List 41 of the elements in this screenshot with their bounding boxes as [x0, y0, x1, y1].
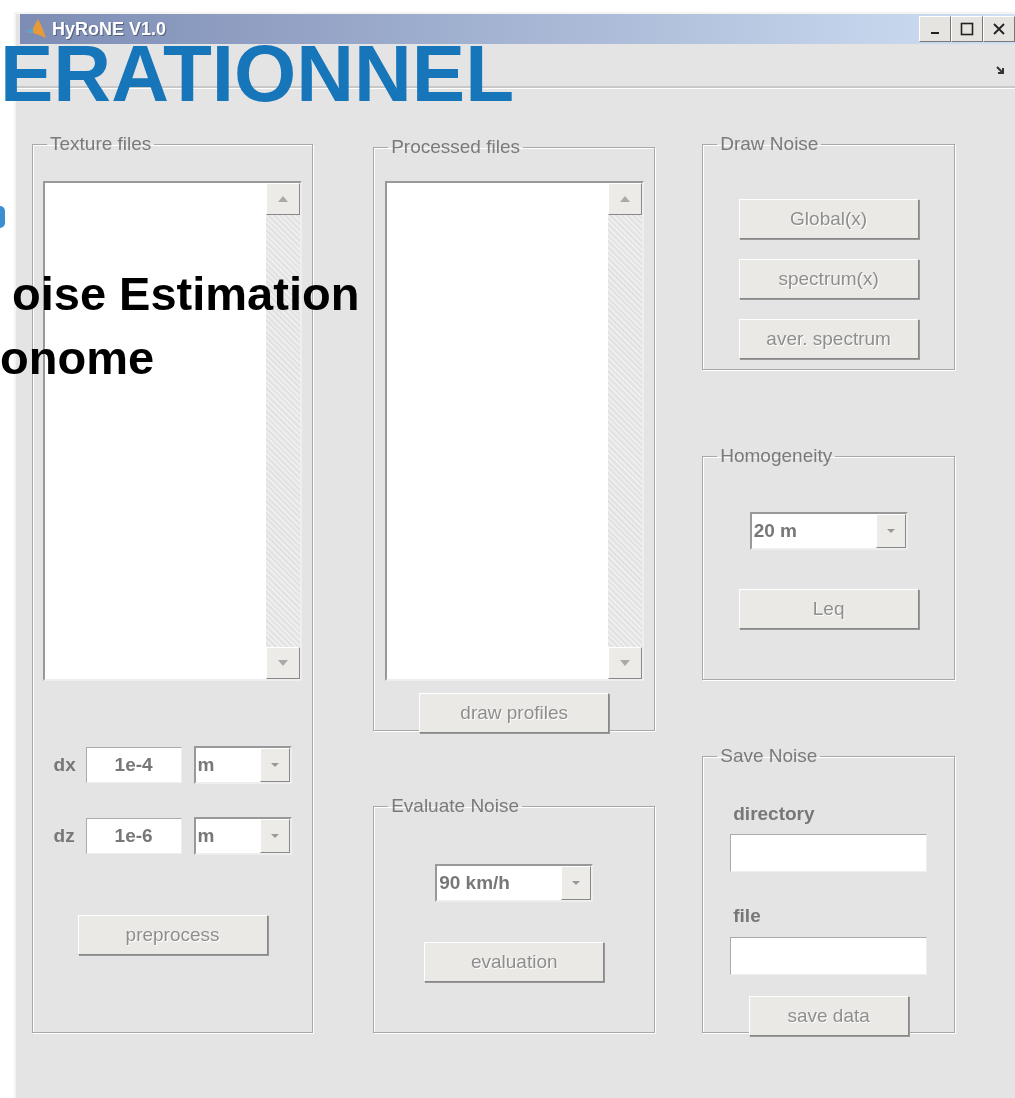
maximize-icon	[960, 22, 974, 36]
close-icon	[992, 22, 1006, 36]
panel-title: Evaluate Noise	[390, 795, 520, 817]
unit-dropdown[interactable]: m	[193, 817, 292, 855]
scroll-up-button[interactable]	[266, 183, 301, 215]
maximize-button[interactable]	[951, 16, 983, 42]
slide-title-line: onome	[0, 330, 156, 386]
panel-title: Processed files	[390, 136, 521, 158]
down-arrow-icon	[277, 659, 290, 667]
dropdown[interactable]: 90 km/h	[435, 864, 594, 902]
peak-logo-icon	[24, 17, 48, 41]
dropdown-arrow-icon	[269, 833, 280, 839]
parameter-label: dz	[53, 825, 76, 847]
dropdown[interactable]: 20 m	[749, 512, 908, 550]
unit-dropdown[interactable]: m	[193, 746, 292, 784]
scroll-down-button[interactable]	[266, 647, 301, 679]
field-label: file	[733, 905, 761, 927]
slide-title-line: oise Estimation	[12, 266, 360, 322]
field-label: directory	[733, 803, 815, 825]
up-arrow-icon	[618, 195, 631, 203]
minimize-icon	[931, 32, 939, 34]
input-field[interactable]: 1e-6	[85, 818, 182, 854]
parameter-label: dx	[53, 754, 77, 776]
panel-title: Draw Noise	[719, 133, 820, 155]
panel-title: Texture files	[49, 133, 153, 155]
scroll-up-button[interactable]	[607, 183, 642, 215]
close-button[interactable]	[983, 16, 1015, 42]
input-field[interactable]	[730, 937, 928, 975]
bullet-icon	[0, 206, 5, 228]
dropdown-arrow-icon	[885, 528, 896, 534]
up-arrow-icon	[277, 195, 290, 203]
dropdown-arrow-icon	[571, 880, 582, 886]
input-field[interactable]	[730, 834, 928, 872]
scroll-down-button[interactable]	[607, 647, 642, 679]
input-field[interactable]: 1e-4	[85, 747, 182, 783]
minimize-button[interactable]	[919, 16, 951, 42]
panel-title: Homogeneity	[719, 445, 834, 467]
dropdown-arrow-icon	[269, 762, 280, 768]
down-arrow-icon	[618, 659, 631, 667]
panel-title: Save Noise	[719, 745, 819, 767]
dock-arrow-icon[interactable]	[995, 64, 1007, 76]
